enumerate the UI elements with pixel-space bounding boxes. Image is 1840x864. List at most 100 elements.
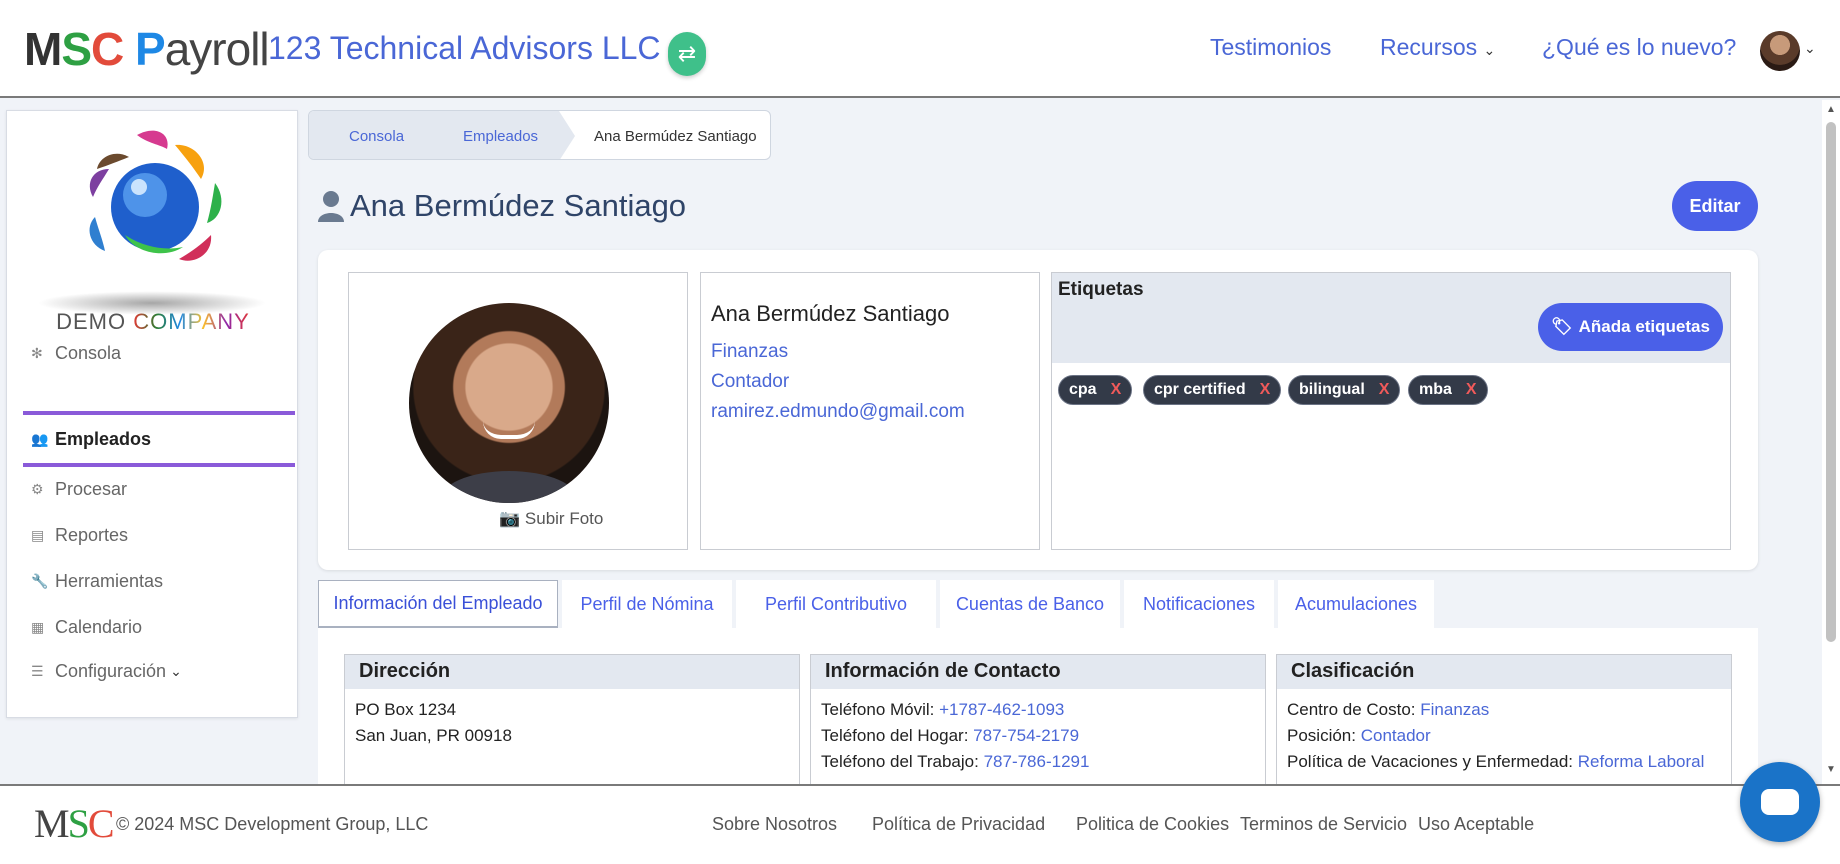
photo-panel: 📷 Subir Foto	[348, 272, 688, 550]
calendar-icon: ▦	[31, 618, 45, 635]
breadcrumb-item-consola[interactable]: Consola	[349, 111, 404, 159]
chevron-down-icon: ⌄	[1483, 42, 1496, 58]
switch-company-button[interactable]: ⇄	[668, 32, 706, 76]
leave-policy-link[interactable]: Reforma Laboral	[1578, 752, 1705, 771]
employee-email-link[interactable]: ramirez.edmundo@gmail.com	[711, 397, 1029, 427]
chat-button[interactable]	[1740, 762, 1820, 842]
scroll-thumb[interactable]	[1826, 122, 1836, 642]
tab-acumulaciones[interactable]: Acumulaciones	[1278, 580, 1434, 628]
sidebar-item-empleados[interactable]: 👥 Empleados	[23, 411, 295, 467]
user-avatar[interactable]	[1760, 31, 1800, 71]
footer-link-cookies[interactable]: Politica de Cookies	[1076, 814, 1229, 835]
footer-link-privacidad[interactable]: Política de Privacidad	[872, 814, 1045, 835]
camera-icon: 📷	[499, 509, 521, 528]
chevron-down-icon[interactable]: ⌄	[1804, 40, 1816, 57]
sidebar-item-label: Procesar	[55, 478, 128, 499]
upload-photo-button[interactable]: 📷 Subir Foto	[499, 509, 603, 529]
footer-link-terminos[interactable]: Terminos de Servicio	[1240, 814, 1407, 835]
sidebar-item-calendario[interactable]: ▦ Calendario	[23, 611, 295, 643]
nav-que-es-nuevo[interactable]: ¿Qué es lo nuevo?	[1542, 34, 1736, 61]
tags-title: Etiquetas	[1058, 279, 1144, 300]
tag-label: cpa	[1069, 381, 1097, 398]
remove-tag-button[interactable]: X	[1111, 381, 1122, 399]
address-line: San Juan, PR 00918	[355, 726, 512, 745]
sidebar-item-label: Herramientas	[55, 570, 164, 591]
breadcrumb-item-current: Ana Bermúdez Santiago	[594, 127, 757, 145]
tag-label: mba	[1419, 381, 1452, 398]
remove-tag-button[interactable]: X	[1379, 381, 1390, 399]
contact-section: Información de Contacto Teléfono Móvil: …	[810, 654, 1266, 794]
tags-panel: Etiquetas 🏷 Añada etiquetas cpa X cpr ce…	[1051, 272, 1731, 550]
mobile-phone-link[interactable]: +1787-462-1093	[939, 700, 1064, 719]
classification-section: Clasificación Centro de Costo: Finanzas …	[1276, 654, 1732, 794]
gear-icon: ✻	[31, 344, 43, 361]
home-phone-link[interactable]: 787-754-2179	[973, 726, 1079, 745]
footer-logo: MSC	[34, 800, 115, 847]
contact-row: Teléfono del Hogar: 787-754-2179	[821, 723, 1255, 749]
tab-informacion-empleado[interactable]: Información del Empleado	[318, 580, 558, 628]
sidebar-item-procesar[interactable]: ⚙ Procesar	[23, 473, 295, 505]
sidebar-item-label: Calendario	[55, 616, 143, 637]
work-phone-link[interactable]: 787-786-1291	[984, 752, 1090, 771]
section-title: Información de Contacto	[811, 655, 1265, 689]
tab-perfil-contributivo[interactable]: Perfil Contributivo	[736, 580, 936, 628]
photo-smile	[483, 421, 535, 439]
swap-arrows-icon: ⇄	[677, 41, 697, 66]
scroll-down-arrow-icon[interactable]: ▼	[1824, 764, 1838, 775]
wrench-icon: 🔧	[31, 572, 49, 589]
sidebar-item-label: Configuración	[55, 660, 167, 681]
contact-row: Teléfono del Trabajo: 787-786-1291	[821, 749, 1255, 775]
address-section: Dirección PO Box 1234 San Juan, PR 00918	[344, 654, 800, 794]
position-link[interactable]: Contador	[1361, 726, 1431, 745]
footer-link-sobre-nosotros[interactable]: Sobre Nosotros	[712, 814, 837, 835]
tag-chip: cpr certified X	[1143, 375, 1282, 405]
tab-perfil-nomina[interactable]: Perfil de Nómina	[562, 580, 732, 628]
employee-position-link[interactable]: Contador	[711, 367, 1029, 397]
employee-name: Ana Bermúdez Santiago	[711, 301, 950, 326]
add-tags-label: Añada etiquetas	[1578, 317, 1710, 336]
demo-company-logo-icon	[89, 130, 222, 261]
classification-row: Política de Vacaciones y Enfermedad: Ref…	[1287, 749, 1721, 775]
page-scrollbar[interactable]: ▲ ▼	[1822, 100, 1840, 784]
breadcrumb: Consola Empleados Ana Bermúdez Santiago	[308, 110, 771, 160]
add-tags-button[interactable]: 🏷 Añada etiquetas	[1538, 303, 1723, 351]
company-name: 123 Technical Advisors LLC	[268, 30, 661, 66]
scroll-up-arrow-icon[interactable]: ▲	[1824, 104, 1838, 115]
nav-recursos[interactable]: Recursos ⌄	[1380, 34, 1495, 61]
field-label: Centro de Costo:	[1287, 700, 1416, 719]
sidebar-item-reportes[interactable]: ▤ Reportes	[23, 519, 295, 551]
sidebar-item-herramientas[interactable]: 🔧 Herramientas	[23, 565, 295, 597]
tab-notificaciones[interactable]: Notificaciones	[1124, 580, 1274, 628]
upload-photo-label: Subir Foto	[524, 509, 604, 528]
edit-button[interactable]: Editar	[1672, 181, 1758, 231]
remove-tag-button[interactable]: X	[1466, 381, 1477, 399]
footer-logo-c: C	[87, 801, 115, 846]
tag-chip: mba X	[1408, 375, 1488, 405]
field-label: Teléfono Móvil:	[821, 700, 935, 719]
chat-bubble-icon	[1761, 789, 1799, 815]
remove-tag-button[interactable]: X	[1260, 381, 1271, 399]
tag-icon: 🏷	[1551, 317, 1573, 336]
demo-company-name: DEMO COMPANY	[7, 309, 299, 335]
sidebar-item-label: Consola	[55, 342, 122, 363]
company-word: COMPANY	[133, 309, 250, 334]
sidebar-item-label: Reportes	[55, 524, 129, 545]
employee-department-link[interactable]: Finanzas	[711, 337, 1029, 367]
top-header: MSC Payroll 123 Technical Advisors LLC ⇄…	[0, 0, 1840, 98]
employee-photo	[409, 303, 609, 503]
footer-link-uso-aceptable[interactable]: Uso Aceptable	[1418, 814, 1534, 835]
breadcrumb-item-empleados[interactable]: Empleados	[463, 111, 538, 159]
copyright: © 2024 MSC Development Group, LLC	[116, 814, 429, 834]
nav-testimonios[interactable]: Testimonios	[1210, 34, 1331, 61]
photo-shirt	[439, 471, 579, 503]
tab-content: Dirección PO Box 1234 San Juan, PR 00918…	[318, 628, 1758, 794]
tab-cuentas-banco[interactable]: Cuentas de Banco	[940, 580, 1120, 628]
classification-row: Centro de Costo: Finanzas	[1287, 697, 1721, 723]
field-label: Teléfono del Hogar:	[821, 726, 969, 745]
sidebar-item-consola[interactable]: ✻ Consola	[23, 337, 295, 369]
app-logo[interactable]: MSC Payroll	[24, 24, 270, 74]
demo-word: DEMO	[56, 309, 127, 334]
user-icon	[318, 191, 344, 222]
cost-center-link[interactable]: Finanzas	[1420, 700, 1489, 719]
sidebar-item-configuracion[interactable]: ☰ Configuración ⌄	[23, 655, 295, 687]
